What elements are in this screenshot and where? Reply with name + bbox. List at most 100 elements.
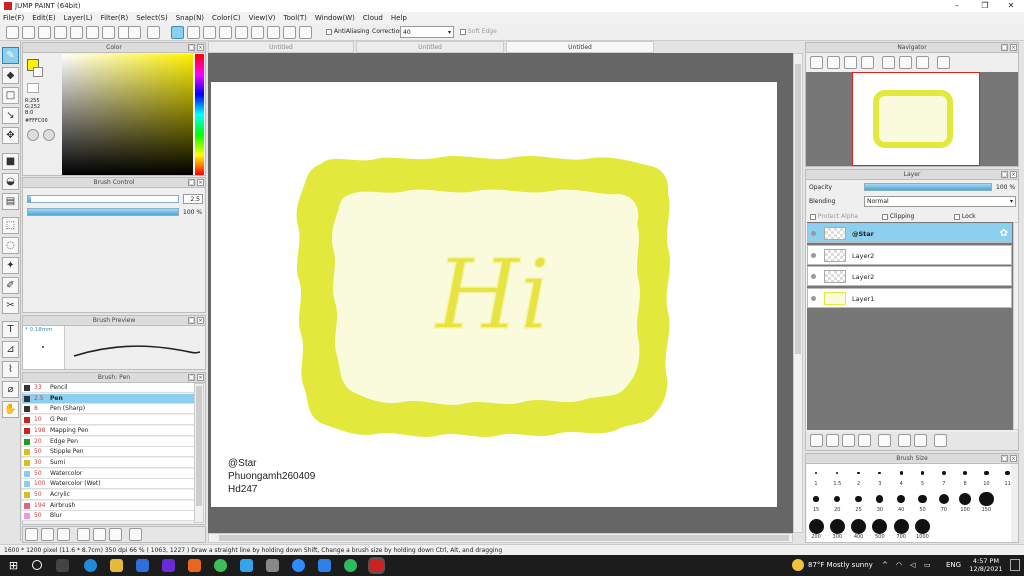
- canvas-horizontal-scrollbar[interactable]: [208, 533, 793, 543]
- brush-copy-icon[interactable]: [77, 528, 90, 541]
- zoom-app-icon[interactable]: [318, 559, 331, 572]
- canvas-vertical-scrollbar[interactable]: [793, 53, 803, 533]
- layer-row[interactable]: Layer2: [807, 266, 1012, 286]
- correction-select[interactable]: 40 ▾: [400, 26, 454, 38]
- volume-icon[interactable]: ◁: [910, 561, 915, 569]
- brush-delete-icon[interactable]: [129, 528, 142, 541]
- layer-row[interactable]: Layer1: [807, 287, 1012, 308]
- color-mixer-icon[interactable]: [43, 129, 55, 141]
- menu-tool[interactable]: Tool(T): [284, 14, 307, 22]
- brush-size-option[interactable]: [855, 495, 862, 503]
- visibility-icon[interactable]: [811, 295, 816, 301]
- panel-close-icon[interactable]: ×: [197, 179, 204, 186]
- brush-new-icon[interactable]: [41, 528, 54, 541]
- layer-row[interactable]: @Star ✿: [807, 223, 1012, 243]
- notification-icon[interactable]: [1010, 559, 1020, 571]
- snap-curve-icon[interactable]: [267, 26, 280, 39]
- tray-chevron-icon[interactable]: ^: [882, 561, 888, 569]
- text-tool-icon[interactable]: T: [2, 321, 19, 338]
- merge-layer-icon[interactable]: [914, 434, 927, 447]
- battery-icon[interactable]: ▭: [924, 561, 931, 569]
- layer-settings-icon[interactable]: ✿: [1000, 228, 1008, 239]
- close-icon[interactable]: ✕: [998, 0, 1024, 12]
- brush-list-item[interactable]: 50 Acrylic: [22, 490, 194, 500]
- brush-list-item[interactable]: 194 Airbrush: [22, 500, 194, 511]
- brush-size-option[interactable]: [876, 495, 884, 503]
- zalo-icon[interactable]: [292, 559, 305, 572]
- panel-float-icon[interactable]: □: [1001, 44, 1008, 51]
- lasso-tool-icon[interactable]: ◌: [2, 237, 19, 254]
- snap-circle-icon[interactable]: [251, 26, 264, 39]
- page-icon[interactable]: [86, 26, 99, 39]
- layer-list-scrollbar[interactable]: [1013, 222, 1019, 430]
- color-wheel-icon[interactable]: [27, 129, 39, 141]
- antialiasing-checkbox[interactable]: [326, 28, 332, 35]
- menu-snap[interactable]: Snap(N): [176, 14, 204, 22]
- app-orange-icon[interactable]: [188, 559, 201, 572]
- tab-untitled-1[interactable]: Untitled: [208, 41, 354, 53]
- delete-layer-icon[interactable]: [934, 434, 947, 447]
- page2-icon[interactable]: [102, 26, 115, 39]
- menu-select[interactable]: Select(S): [136, 14, 168, 22]
- new-8bit-layer-icon[interactable]: [842, 434, 855, 447]
- protect-alpha-checkbox[interactable]: [810, 213, 816, 220]
- visibility-icon[interactable]: [811, 274, 816, 279]
- brush-list-item[interactable]: 2.5 Pen: [22, 393, 194, 404]
- brush-size-option[interactable]: [829, 518, 845, 534]
- message-icon[interactable]: [54, 26, 67, 39]
- menu-layer[interactable]: Layer(L): [64, 14, 93, 22]
- menu-file[interactable]: File(F): [3, 14, 24, 22]
- cloud-icon[interactable]: [6, 26, 19, 39]
- soft-edge-checkbox[interactable]: [460, 28, 466, 35]
- menu-cloud[interactable]: Cloud: [363, 14, 383, 22]
- language-indicator[interactable]: ENG: [946, 561, 961, 569]
- brush-opacity-slider[interactable]: [27, 208, 179, 216]
- secondary-color-swatch[interactable]: [33, 67, 43, 77]
- menu-edit[interactable]: Edit(E): [32, 14, 55, 22]
- move-tool-icon[interactable]: ✥: [2, 127, 19, 144]
- snap-parallel-icon[interactable]: [187, 26, 200, 39]
- snap-off-icon[interactable]: [171, 26, 184, 39]
- lock-checkbox[interactable]: [954, 213, 960, 220]
- divider-tool-icon[interactable]: ⊿: [2, 341, 19, 358]
- visibility-icon[interactable]: [811, 252, 816, 258]
- brush-size-option[interactable]: [808, 518, 824, 534]
- brush-list-item[interactable]: 8 Pen (Sharp): [22, 404, 194, 415]
- snap-radial-icon[interactable]: [235, 26, 248, 39]
- panel-float-icon[interactable]: □: [1001, 455, 1008, 462]
- panel-close-icon[interactable]: ×: [1010, 455, 1017, 462]
- brush-list-item[interactable]: 33 Pencil: [22, 383, 194, 393]
- comment-icon[interactable]: [38, 26, 51, 39]
- undo-icon[interactable]: [128, 26, 141, 39]
- redo-icon[interactable]: [147, 26, 160, 39]
- layer-row[interactable]: Layer2: [807, 244, 1012, 265]
- menu-window[interactable]: Window(W): [315, 14, 355, 22]
- panel-float-icon[interactable]: □: [1001, 171, 1008, 178]
- brush-settings-icon[interactable]: [25, 528, 38, 541]
- zoom-in-icon[interactable]: [810, 56, 823, 69]
- panel-close-icon[interactable]: ×: [1010, 171, 1017, 178]
- new-halftone-layer-icon[interactable]: [826, 434, 839, 447]
- brush-list-item[interactable]: 198 Mapping Pen: [22, 425, 194, 436]
- brush-size-option[interactable]: [899, 471, 903, 475]
- menu-filter[interactable]: Filter(R): [101, 14, 129, 22]
- snap-cross-icon[interactable]: [203, 26, 216, 39]
- panel-close-icon[interactable]: ×: [197, 44, 204, 51]
- flip-icon[interactable]: [916, 56, 929, 69]
- brush-size-option[interactable]: [915, 518, 930, 534]
- blending-select[interactable]: Normal ▾: [864, 196, 1016, 207]
- brush-list-item[interactable]: 100 Watercolor (Wet): [22, 479, 194, 490]
- brush-size-option[interactable]: [984, 470, 989, 476]
- brush-list-item[interactable]: 50 Stipple Pen: [22, 447, 194, 458]
- windows-start-icon[interactable]: ⊞: [7, 559, 20, 572]
- brush-size-option[interactable]: [893, 518, 909, 534]
- magic-wand-tool-icon[interactable]: ✦: [2, 257, 19, 274]
- clipping-checkbox[interactable]: [882, 213, 888, 220]
- chrome-icon[interactable]: [344, 559, 357, 572]
- line-tool-icon[interactable]: ↘: [2, 107, 19, 124]
- brush-add-icon[interactable]: [57, 528, 70, 541]
- brush-size-option[interactable]: [979, 491, 994, 507]
- zoom-actual-icon[interactable]: [861, 56, 874, 69]
- brush-list-item[interactable]: 10 G Pen: [22, 415, 194, 426]
- new-file-icon[interactable]: [22, 26, 35, 39]
